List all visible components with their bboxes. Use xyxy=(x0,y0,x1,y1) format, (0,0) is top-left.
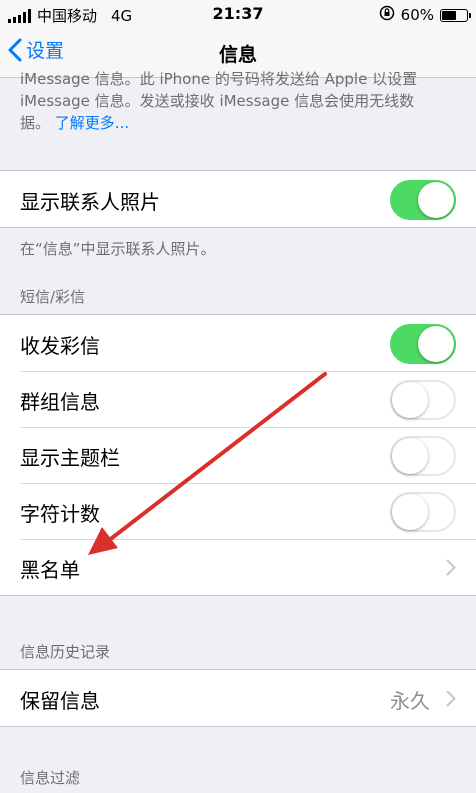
section-header-sms-mms: 短信/彩信 xyxy=(20,288,86,306)
settings-row-blacklist[interactable]: 黑名单 xyxy=(0,539,476,595)
toggle-knob xyxy=(392,494,428,530)
chevron-right-icon xyxy=(446,690,456,707)
row-label: 字符计数 xyxy=(20,502,100,526)
row-label: 显示主题栏 xyxy=(20,446,120,470)
character-count-toggle[interactable] xyxy=(390,492,456,532)
toggle-knob xyxy=(392,382,428,418)
subject-field-toggle[interactable] xyxy=(390,436,456,476)
imessage-footer-line: 据。 了解更多... xyxy=(20,112,460,134)
settings-row-character-count: 字符计数 xyxy=(0,483,476,539)
status-bar: 中国移动 4G 21:37 60% xyxy=(0,0,476,28)
contact-photos-group: 显示联系人照片 xyxy=(0,170,476,228)
settings-row-keep-messages[interactable]: 保留信息 永久 xyxy=(0,670,476,726)
toggle-knob xyxy=(392,438,428,474)
row-label: 黑名单 xyxy=(20,558,80,582)
row-label: 收发彩信 xyxy=(20,334,100,358)
contact-photos-toggle[interactable] xyxy=(390,180,456,220)
settings-row-contact-photos: 显示联系人照片 xyxy=(0,171,476,227)
mms-toggle[interactable] xyxy=(390,324,456,364)
status-right: 60% xyxy=(379,5,471,25)
sms-mms-group: 收发彩信 群组信息 显示主题栏 字符计数 黑名单 xyxy=(0,314,476,596)
group-messaging-toggle[interactable] xyxy=(390,380,456,420)
row-label: 群组信息 xyxy=(20,390,100,414)
history-group: 保留信息 永久 xyxy=(0,669,476,727)
imessage-footer-text: 据。 xyxy=(20,114,51,132)
rotation-lock-icon xyxy=(379,5,395,25)
battery-percent: 60% xyxy=(400,6,434,24)
battery-level-fill xyxy=(442,10,456,20)
toggle-knob xyxy=(418,326,454,362)
section-header-filter: 信息过滤 xyxy=(20,769,81,787)
battery-icon xyxy=(440,8,471,22)
toggle-knob xyxy=(418,182,454,218)
imessage-footer: iMessage 信息。此 iPhone 的号码将发送给 Apple 以设置 i… xyxy=(20,68,460,134)
learn-more-link[interactable]: 了解更多... xyxy=(55,114,129,132)
row-label: 保留信息 xyxy=(20,689,100,713)
page-title: 信息 xyxy=(218,44,257,66)
settings-row-subject-field: 显示主题栏 xyxy=(0,427,476,483)
row-label: 显示联系人照片 xyxy=(20,190,160,214)
settings-row-group-messaging: 群组信息 xyxy=(0,371,476,427)
chevron-right-icon xyxy=(446,559,456,576)
contact-photos-footer: 在“信息”中显示联系人照片。 xyxy=(20,240,216,258)
row-value: 永久 xyxy=(390,689,430,713)
imessage-footer-line: iMessage 信息。发送或接收 iMessage 信息会使用无线数 xyxy=(20,92,415,110)
section-header-history: 信息历史记录 xyxy=(20,643,111,661)
settings-row-mms: 收发彩信 xyxy=(0,315,476,371)
imessage-footer-line: iMessage 信息。此 iPhone 的号码将发送给 Apple 以设置 xyxy=(20,70,418,88)
